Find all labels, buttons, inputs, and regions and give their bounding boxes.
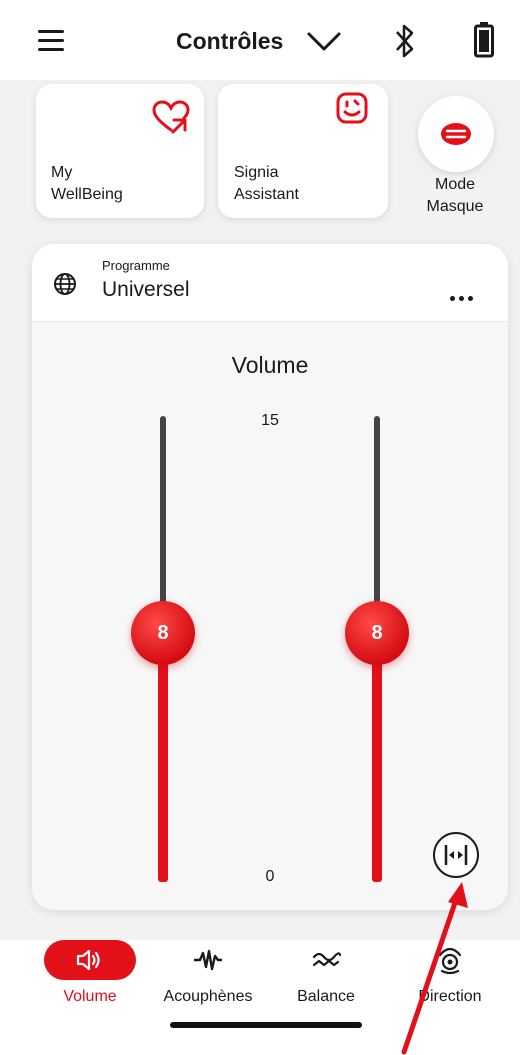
- assistant-label: Signia Assistant: [234, 164, 299, 203]
- mask-mode-button[interactable]: [418, 96, 494, 172]
- speaker-icon: [76, 949, 100, 971]
- volume-card: Programme Universel Volume 15 0 8 8: [32, 244, 508, 910]
- right-volume-knob[interactable]: 8: [345, 601, 409, 666]
- program-name: Universel: [102, 278, 190, 301]
- bluetooth-icon: [396, 24, 414, 58]
- mask-mode-label: Mode Masque: [426, 176, 484, 215]
- top-bar: Contrôles: [0, 0, 520, 80]
- nav-balance-label: Balance: [297, 988, 355, 1005]
- link-sides-button[interactable]: [433, 832, 479, 878]
- chevron-down-icon[interactable]: [306, 30, 342, 54]
- assistant-face-icon: [336, 92, 368, 124]
- assistant-tile[interactable]: Signia Assistant: [218, 84, 388, 218]
- wellbeing-tile[interactable]: My WellBeing: [36, 84, 204, 218]
- battery-icon: [474, 22, 494, 58]
- globe-icon: [54, 273, 76, 295]
- volume-min-label: 0: [265, 868, 275, 885]
- nav-tinnitus[interactable]: Acouphènes: [148, 940, 268, 1006]
- menu-icon[interactable]: [38, 30, 64, 52]
- nav-volume-label: Volume: [63, 988, 117, 1005]
- link-sliders-icon: [444, 845, 468, 865]
- nav-volume-pill: [44, 940, 136, 980]
- program-caption: Programme: [102, 258, 170, 273]
- right-volume-fill: [372, 633, 382, 882]
- more-options-icon[interactable]: [450, 288, 480, 301]
- program-header[interactable]: Programme Universel: [32, 244, 508, 322]
- home-indicator[interactable]: [170, 1022, 362, 1028]
- face-mask-icon: [441, 123, 471, 145]
- nav-balance[interactable]: Balance: [266, 940, 386, 1006]
- tinnitus-wave-icon: [194, 949, 222, 971]
- left-volume-knob[interactable]: 8: [131, 601, 195, 666]
- volume-max-label: 15: [261, 412, 279, 429]
- volume-title: Volume: [231, 352, 309, 378]
- nav-volume[interactable]: Volume: [30, 940, 150, 1006]
- nav-tinnitus-label: Acouphènes: [163, 988, 253, 1005]
- heart-arrow-icon: [152, 100, 190, 134]
- annotation-arrow: [401, 882, 468, 1055]
- page-title[interactable]: Contrôles: [176, 28, 283, 55]
- left-volume-fill: [158, 633, 168, 882]
- wellbeing-label: My WellBeing: [51, 164, 123, 203]
- balance-wave-icon: [312, 952, 342, 967]
